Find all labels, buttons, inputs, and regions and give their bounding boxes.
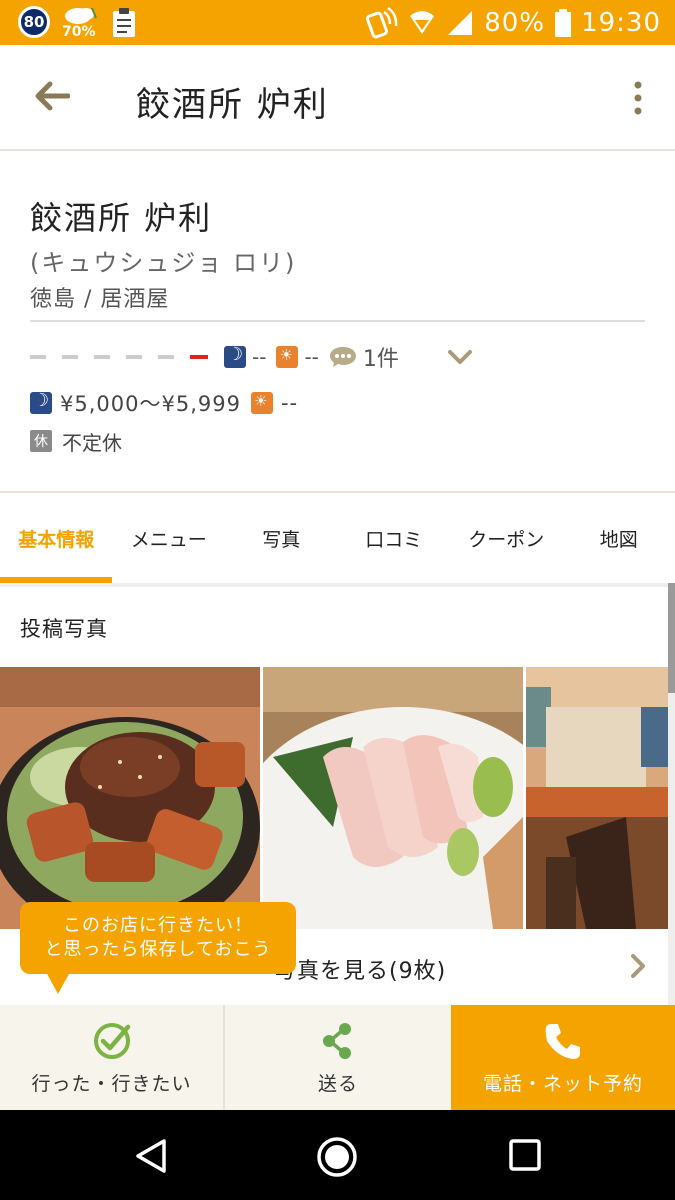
holiday-text: 不定休 <box>62 430 122 455</box>
divider <box>30 320 645 322</box>
more-options-icon[interactable] <box>631 81 645 115</box>
went-want-button[interactable]: 行った・行きたい <box>0 1005 225 1110</box>
share-icon <box>323 1023 351 1059</box>
tab-coupons[interactable]: クーポン <box>450 493 563 583</box>
lunch-score: -- <box>304 345 319 369</box>
status-bar: 80 70% 80% 19:30 <box>0 0 675 45</box>
dinner-score: -- <box>252 345 267 369</box>
wifi-icon <box>410 10 435 34</box>
lunch-budget: -- <box>280 391 299 415</box>
clipboard-icon <box>113 8 135 37</box>
weather-percent: 70% <box>62 24 96 40</box>
tab-menu[interactable]: メニュー <box>113 493 226 583</box>
notification-badge: 80 <box>18 6 50 38</box>
battery-icon <box>555 8 572 37</box>
nav-back-icon[interactable] <box>134 1138 168 1174</box>
photo-strip[interactable] <box>0 667 668 929</box>
rating-row[interactable]: -- -- 1件 <box>30 341 473 373</box>
tab-reviews[interactable]: 口コミ <box>338 493 451 583</box>
check-circle-icon <box>93 1023 130 1059</box>
back-arrow-icon[interactable] <box>34 81 70 111</box>
nav-home-icon[interactable] <box>316 1136 358 1178</box>
send-button[interactable]: 送る <box>225 1005 451 1110</box>
photo-katsudon[interactable] <box>0 667 260 929</box>
tooltip-line1: このお店に行きたい！ <box>63 915 253 936</box>
tooltip-line2: と思ったら保存しておこう <box>44 939 272 960</box>
review-count: 1件 <box>362 347 399 372</box>
send-label: 送る <box>317 1073 358 1095</box>
tab-map[interactable]: 地図 <box>563 493 675 583</box>
rating-dash <box>30 355 46 359</box>
dinner-moon-icon <box>224 344 246 368</box>
rating-dash <box>158 355 174 359</box>
shop-info: 餃酒所 炉利 (キュウシュジョ ロリ) 徳島 / 居酒屋 -- -- 1件 ¥5… <box>0 153 675 491</box>
lunch-sun-icon <box>250 392 273 414</box>
app-bar: 餃酒所 炉利 <box>0 45 675 151</box>
photo-sashimi[interactable] <box>263 667 523 929</box>
shop-kana: (キュウシュジョ ロリ) <box>30 249 297 277</box>
rating-dash <box>94 355 110 359</box>
save-hint-tooltip: このお店に行きたい！ と思ったら保存しておこう <box>20 902 296 994</box>
shop-category: 徳島 / 居酒屋 <box>30 287 170 312</box>
clock: 19:30 <box>581 7 661 38</box>
dinner-budget: ¥5,000～¥5,999 <box>60 392 241 416</box>
section-title: 投稿写真 <box>20 617 108 641</box>
chevron-down-icon[interactable] <box>447 349 473 365</box>
shop-name: 餃酒所 炉利 <box>30 199 213 237</box>
chevron-right-icon <box>631 954 645 978</box>
call-reserve-label: 電話・ネット予約 <box>482 1073 643 1095</box>
dinner-moon-icon <box>30 390 52 414</box>
photo-interior[interactable] <box>526 667 668 929</box>
battery-percent: 80% <box>484 7 546 38</box>
rating-dash <box>62 355 78 359</box>
comment-icon <box>329 347 356 367</box>
rating-dash-red <box>190 355 208 359</box>
system-nav-bar <box>0 1110 675 1200</box>
nav-recent-apps-icon[interactable] <box>508 1138 542 1172</box>
tab-photos[interactable]: 写真 <box>225 493 338 583</box>
see-all-photos-label: 写真を見る(9枚) <box>274 959 447 984</box>
phone-icon <box>545 1024 580 1059</box>
went-want-label: 行った・行きたい <box>31 1073 192 1095</box>
page-title: 餃酒所 炉利 <box>136 85 329 125</box>
tab-bar: 基本情報 メニュー 写真 口コミ クーポン 地図 <box>0 491 675 583</box>
scrollbar[interactable] <box>668 583 675 693</box>
action-bar: 行った・行きたい 送る 電話・ネット予約 <box>0 1005 675 1110</box>
call-reserve-button[interactable]: 電話・ネット予約 <box>451 1005 675 1110</box>
signal-icon <box>448 10 473 35</box>
holiday-icon: 休 <box>30 430 52 452</box>
nfc-icon <box>366 6 398 38</box>
rating-dash <box>126 355 142 359</box>
budget-row: ¥5,000～¥5,999 -- <box>30 389 308 417</box>
tab-basic-info[interactable]: 基本情報 <box>0 493 113 583</box>
holiday-row: 休 不定休 <box>30 427 122 455</box>
status-right: 80% 19:30 <box>366 0 661 45</box>
lunch-sun-icon <box>276 346 299 368</box>
